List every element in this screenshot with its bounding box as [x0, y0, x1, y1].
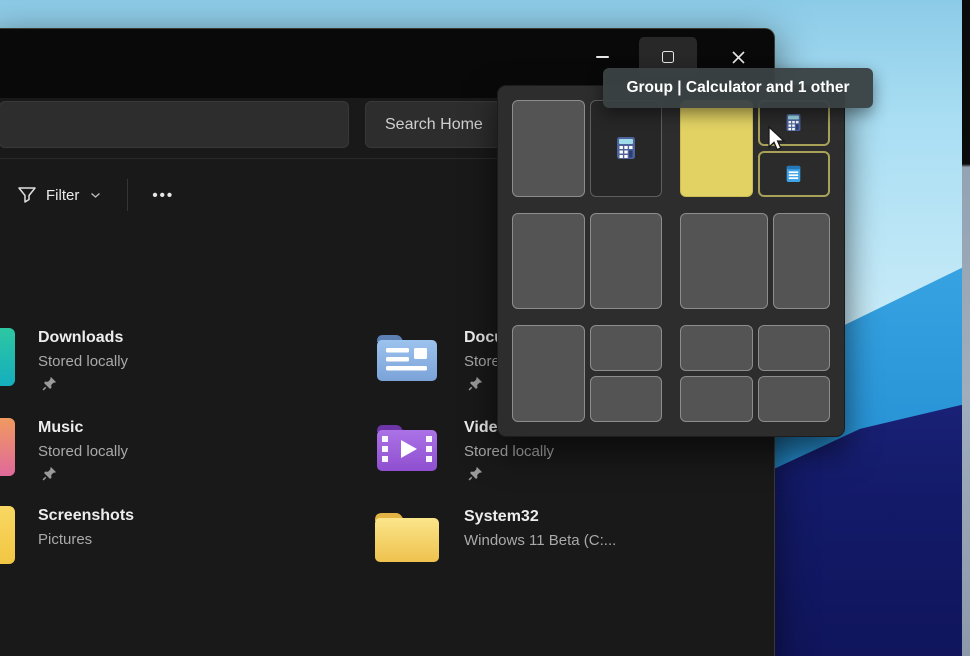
pin-icon: [42, 376, 57, 391]
system32-folder-icon: [372, 504, 442, 566]
toolbar-separator: [127, 179, 128, 211]
file-item-screenshots[interactable]: Screenshots Pictures: [0, 505, 319, 571]
snap-cell[interactable]: [590, 213, 663, 310]
downloads-folder-icon: [0, 328, 15, 386]
snap-cell[interactable]: [512, 213, 585, 310]
notepad-icon: [785, 164, 802, 183]
file-subtitle: Stored locally: [38, 441, 128, 462]
snap-cell[interactable]: [590, 376, 663, 422]
funnel-icon: [17, 186, 37, 205]
snap-split-column: [590, 325, 663, 422]
snap-cell[interactable]: [773, 213, 830, 310]
close-icon: [731, 50, 746, 65]
file-subtitle: Windows 11 Beta (C:...: [464, 530, 616, 551]
snap-cell[interactable]: [590, 325, 663, 371]
ellipsis-icon: •••: [152, 187, 174, 204]
pin-icon: [468, 376, 483, 391]
snap-layout-option-left-tall-right-split[interactable]: [512, 325, 662, 422]
tooltip-text: Group | Calculator and 1 other: [626, 79, 849, 97]
snap-cell-current-window[interactable]: [680, 100, 753, 197]
snap-cell[interactable]: [680, 325, 753, 371]
snap-cell[interactable]: [512, 325, 585, 422]
address-bar[interactable]: [0, 101, 349, 148]
minimize-icon: [596, 56, 609, 58]
file-subtitle: Stored locally: [464, 441, 554, 462]
snap-layout-option-quad[interactable]: [680, 325, 830, 422]
snap-cell[interactable]: [680, 213, 768, 310]
snap-layouts-flyout: [497, 85, 845, 437]
filter-label: Filter: [46, 187, 79, 204]
file-item-system32[interactable]: System32 Windows 11 Beta (C:...: [372, 504, 702, 570]
videos-folder-icon: [374, 417, 440, 475]
filter-button[interactable]: Filter: [7, 178, 111, 213]
chevron-down-icon: [90, 192, 101, 199]
file-item-music[interactable]: Music Stored locally: [0, 417, 319, 483]
snap-cell[interactable]: [680, 376, 753, 422]
file-name: Screenshots: [38, 505, 134, 527]
file-subtitle: Stored locally: [38, 351, 128, 372]
snap-cell[interactable]: [758, 376, 831, 422]
snap-cell-empty[interactable]: [512, 100, 585, 197]
pin-icon: [468, 466, 483, 481]
music-folder-icon: [0, 418, 15, 476]
arrow-cursor: [763, 124, 789, 152]
file-name: Downloads: [38, 327, 128, 349]
snap-layout-option-wide-narrow[interactable]: [680, 213, 830, 310]
snap-group-tooltip: Group | Calculator and 1 other: [603, 68, 873, 108]
maximize-icon: [662, 51, 674, 63]
snap-cell-calculator[interactable]: [590, 100, 663, 197]
file-name: Music: [38, 417, 128, 439]
documents-folder-icon: [374, 327, 440, 385]
search-placeholder: Search Home: [385, 116, 483, 134]
snap-cell[interactable]: [758, 325, 831, 371]
file-item-downloads[interactable]: Downloads Stored locally: [0, 327, 319, 393]
file-subtitle: Pictures: [38, 529, 134, 550]
calculator-icon: [615, 136, 637, 160]
see-more-button[interactable]: •••: [142, 181, 184, 210]
pin-icon: [42, 466, 57, 481]
screen-right-edge-strip: [962, 0, 970, 656]
snap-layout-option-group-hovered[interactable]: [680, 100, 830, 197]
snap-layout-option-group-left[interactable]: [512, 100, 662, 197]
snap-layout-option-two-equal[interactable]: [512, 213, 662, 310]
screenshots-folder-icon: [0, 506, 15, 564]
file-name: System32: [464, 506, 616, 528]
snap-cell-notepad[interactable]: [758, 151, 831, 197]
desktop: Search Home Filter •••: [0, 0, 970, 656]
